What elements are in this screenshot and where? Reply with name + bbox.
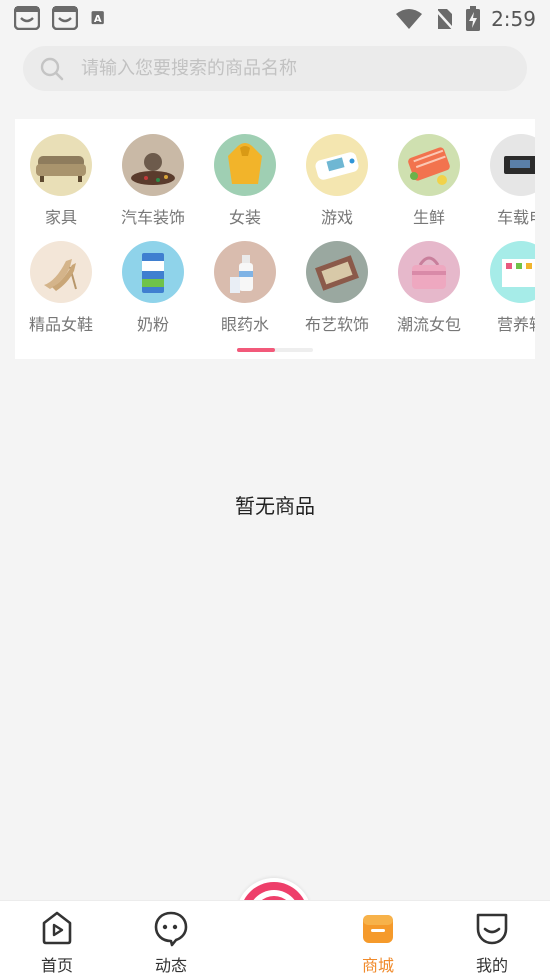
chat-bubble-icon[interactable] <box>152 909 190 947</box>
status-left-icons: A <box>14 6 110 30</box>
category-grid[interactable]: 家具 汽车装饰 女装 游戏 生鲜 车载 精品女鞋 奶粉 眼药水 布艺软饰 潮流女… <box>15 119 535 359</box>
battery-charging-icon <box>466 6 481 31</box>
status-bar: A 2:59 <box>0 0 550 38</box>
nav-profile[interactable]: 我的 <box>452 909 532 976</box>
no-sim-icon <box>434 8 455 30</box>
high-heel-image <box>30 241 92 303</box>
app-notification-icon <box>52 6 78 30</box>
category-label: 潮流女包 <box>396 315 461 334</box>
nav-shop[interactable]: 商城 <box>338 909 418 976</box>
category-label: 家具 <box>44 208 77 227</box>
yellow-raincoat-image <box>214 134 276 196</box>
home-play-icon[interactable] <box>38 909 76 947</box>
font-a-icon: A <box>91 11 104 25</box>
category-womens-clothing[interactable]: 女装 <box>203 134 287 234</box>
category-milk-powder[interactable]: 奶粉 <box>111 241 195 341</box>
eye-drops-image <box>214 241 276 303</box>
salmon-image <box>398 134 460 196</box>
category-furniture[interactable]: 家具 <box>19 134 103 234</box>
status-time: 2:59 <box>491 7 536 31</box>
category-label: 奶粉 <box>136 315 169 334</box>
category-fresh-food[interactable]: 生鲜 <box>387 134 471 234</box>
nav-label-active: 商城 <box>361 956 394 975</box>
nutrition-box-image <box>490 241 535 303</box>
milk-powder-image <box>122 241 184 303</box>
category-label: 汽车装饰 <box>120 208 185 227</box>
search-bar[interactable] <box>23 46 527 91</box>
category-label: 眼药水 <box>220 315 269 334</box>
app-notification-icon <box>14 6 40 30</box>
category-label: 精品女鞋 <box>28 315 93 334</box>
rug-image <box>306 241 368 303</box>
shop-bag-icon[interactable] <box>359 909 397 947</box>
nav-label: 我的 <box>475 956 508 975</box>
page-indicator-active <box>237 348 275 352</box>
nav-label: 首页 <box>40 956 73 975</box>
category-car-decor[interactable]: 汽车装饰 <box>111 134 195 234</box>
empty-state-text: 暂无商品 <box>235 494 315 518</box>
handbag-image <box>398 241 460 303</box>
nav-feed[interactable]: 动态 <box>131 909 211 976</box>
nav-label: 动态 <box>154 956 187 975</box>
category-label: 生鲜 <box>412 208 445 227</box>
search-icon[interactable] <box>39 56 65 82</box>
category-fabric-decor[interactable]: 布艺软饰 <box>295 241 379 341</box>
nav-home[interactable]: 首页 <box>17 909 97 976</box>
category-label: 营养辅 <box>496 315 535 334</box>
category-label: 女装 <box>228 208 261 227</box>
category-handbags[interactable]: 潮流女包 <box>387 241 471 341</box>
page-indicator <box>237 348 313 352</box>
category-label: 游戏 <box>320 208 353 227</box>
svg-text:A: A <box>94 14 102 25</box>
category-womens-shoes[interactable]: 精品女鞋 <box>19 241 103 341</box>
status-right-icons: 2:59 <box>395 6 536 32</box>
sofa-image <box>30 134 92 196</box>
search-input[interactable] <box>79 57 483 80</box>
smile-cup-icon[interactable] <box>473 909 511 947</box>
category-games[interactable]: 游戏 <box>295 134 379 234</box>
category-label: 车载电 <box>496 208 535 227</box>
category-label: 布艺软饰 <box>304 315 369 334</box>
category-car-electronics[interactable]: 车载电 <box>479 134 535 234</box>
bottom-nav: 首页 动态 商城 我的 <box>0 900 550 978</box>
game-console-image <box>306 134 368 196</box>
category-nutrition[interactable]: 营养辅 <box>479 241 535 341</box>
car-ornament-image <box>122 134 184 196</box>
category-eye-drops[interactable]: 眼药水 <box>203 241 287 341</box>
car-electronics-image <box>490 134 535 196</box>
wifi-icon <box>396 9 423 29</box>
